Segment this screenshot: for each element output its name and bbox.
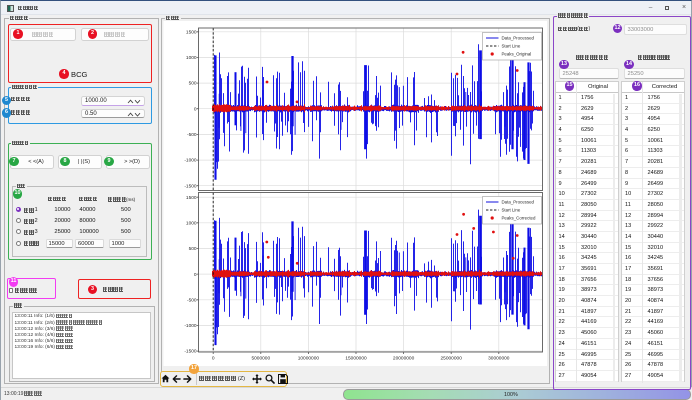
svg-text:30000000: 30000000 — [488, 356, 510, 362]
svg-text:Peaks_Corrected: Peaks_Corrected — [502, 216, 536, 221]
svg-text:-1000: -1000 — [184, 323, 197, 329]
svg-text:-500: -500 — [187, 132, 197, 138]
svg-text:1000: 1000 — [186, 220, 197, 226]
svg-text:20000000: 20000000 — [393, 356, 415, 362]
svg-text:15000000: 15000000 — [345, 356, 367, 362]
svg-text:-500: -500 — [187, 297, 197, 303]
svg-text:Start Line: Start Line — [502, 44, 521, 49]
svg-text:-1500: -1500 — [184, 349, 197, 355]
svg-text:0: 0 — [212, 356, 215, 362]
svg-text:Start Line: Start Line — [502, 208, 521, 213]
svg-text:1000: 1000 — [186, 55, 197, 61]
svg-text:Data_Processed: Data_Processed — [502, 200, 535, 205]
svg-text:500: 500 — [189, 246, 197, 252]
svg-text:5000000: 5000000 — [251, 356, 270, 362]
svg-text:Peaks_Original: Peaks_Original — [502, 52, 532, 57]
svg-text:-1500: -1500 — [184, 183, 197, 189]
svg-text:Data_Processed: Data_Processed — [502, 36, 535, 41]
svg-text:0: 0 — [194, 272, 197, 278]
svg-text:-1000: -1000 — [184, 158, 197, 164]
svg-text:10000000: 10000000 — [298, 356, 320, 362]
svg-text:25000000: 25000000 — [441, 356, 463, 362]
svg-text:1500: 1500 — [186, 195, 197, 201]
svg-text:500: 500 — [189, 81, 197, 87]
svg-text:0: 0 — [194, 106, 197, 112]
svg-text:1500: 1500 — [186, 29, 197, 35]
